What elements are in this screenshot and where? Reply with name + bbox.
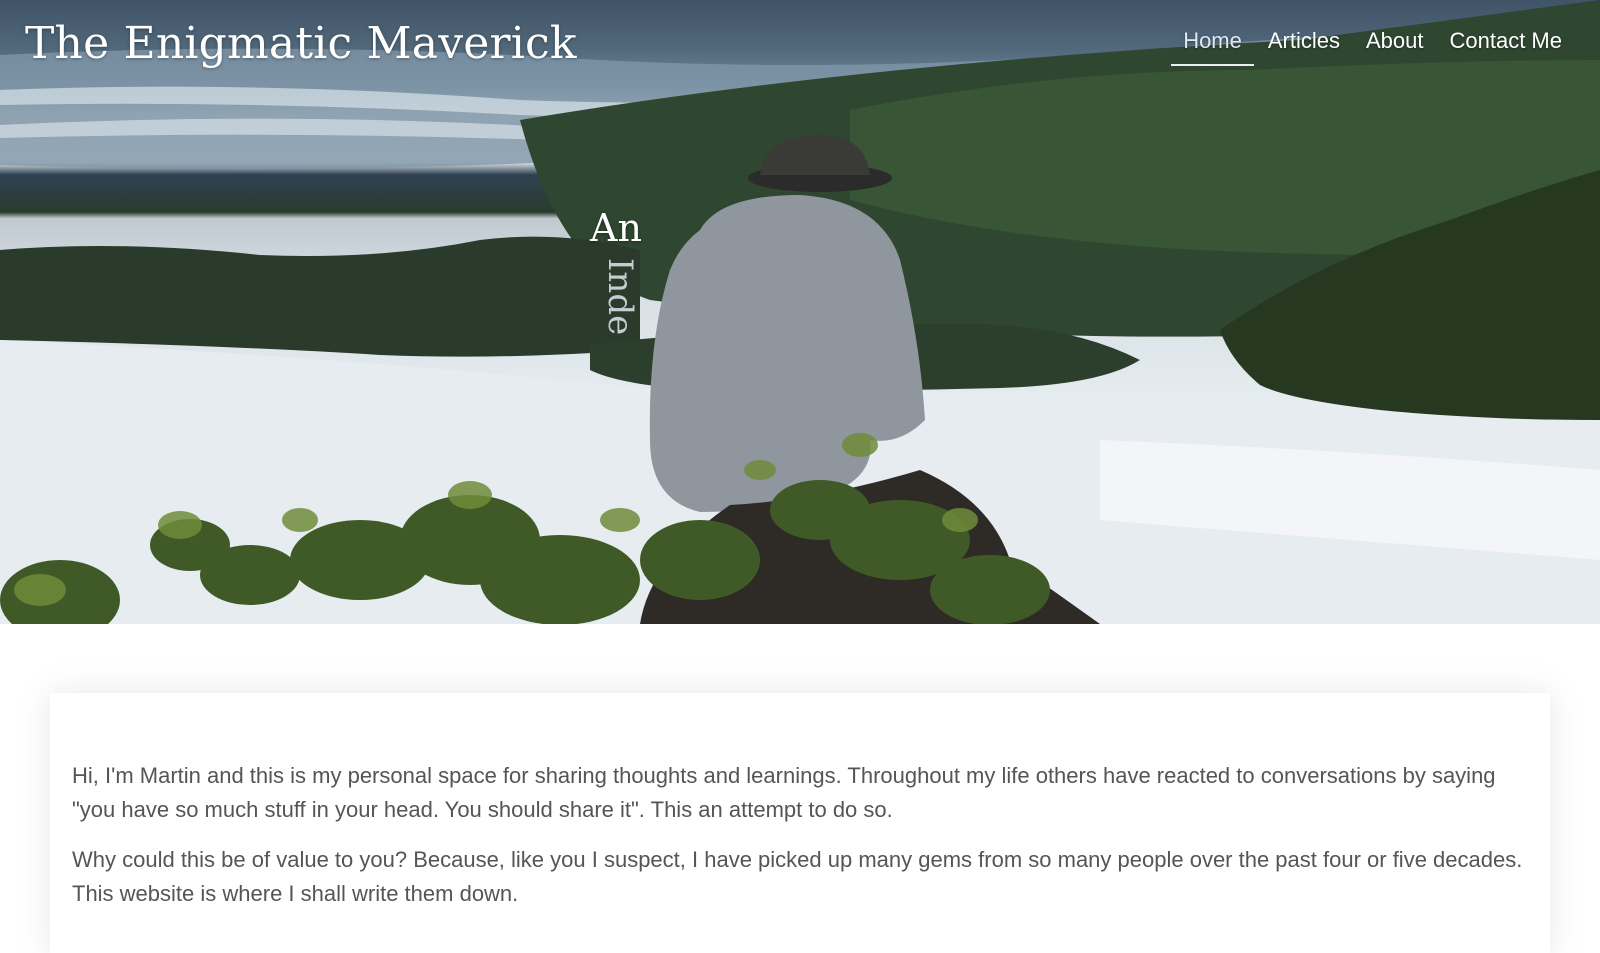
hero-banner: The Enigmatic Maverick Home Articles Abo… xyxy=(0,0,1600,624)
hero-landscape-image xyxy=(0,0,1600,624)
nav-item-about[interactable]: About xyxy=(1354,24,1436,66)
nav-item-home[interactable]: Home xyxy=(1171,24,1254,66)
site-title[interactable]: The Enigmatic Maverick xyxy=(25,18,577,69)
intro-paragraph: Why could this be of value to you? Becau… xyxy=(72,847,1523,906)
intro-content-card: Hi, I'm Martin and this is my personal s… xyxy=(50,693,1550,953)
nav-item-contact-me[interactable]: Contact Me xyxy=(1438,24,1575,66)
main-navigation: Home Articles About Contact Me xyxy=(1169,24,1574,66)
hero-tagline: An xyxy=(590,206,642,250)
nav-item-articles[interactable]: Articles xyxy=(1256,24,1352,66)
hero-tagline-rotated: Inde xyxy=(600,258,640,336)
intro-paragraph: Hi, I'm Martin and this is my personal s… xyxy=(72,763,1496,822)
